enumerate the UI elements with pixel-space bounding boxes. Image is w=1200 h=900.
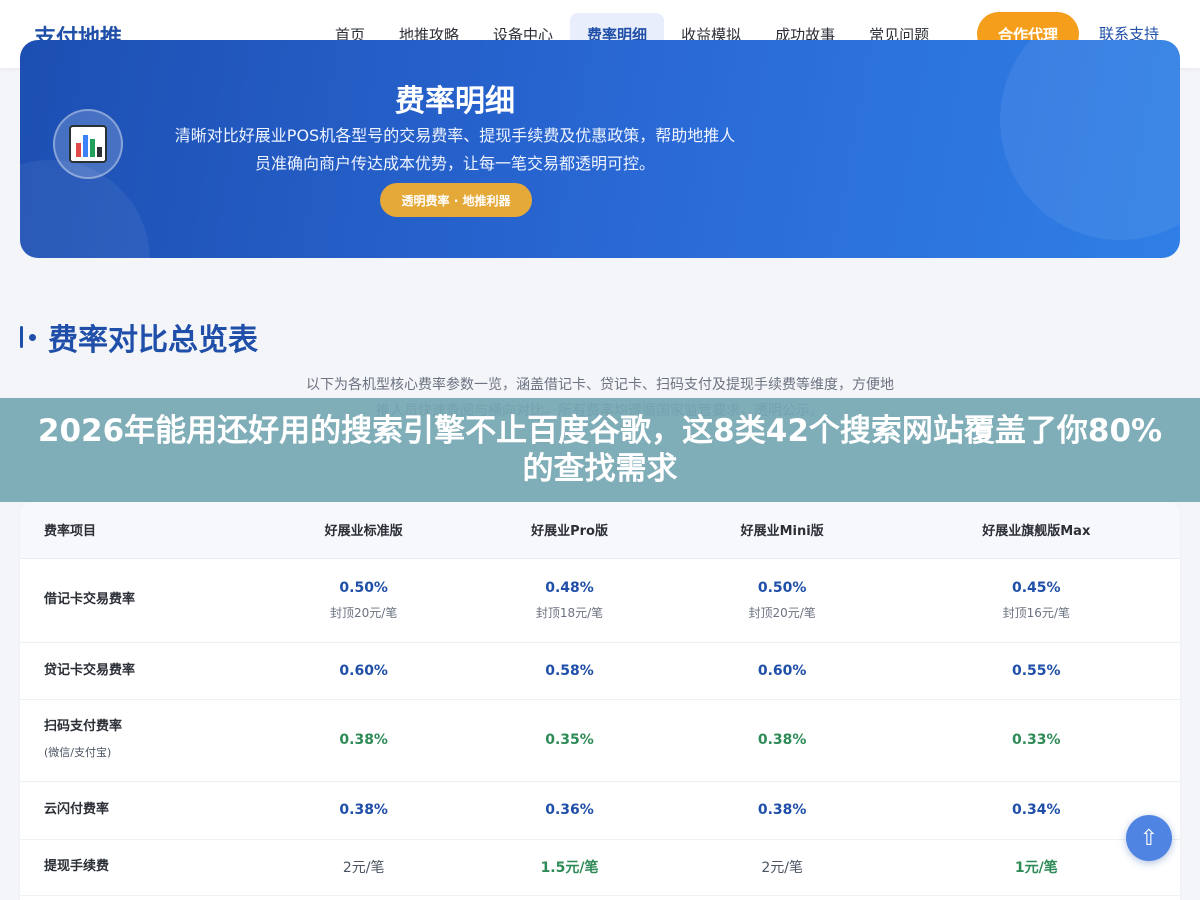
hero-desc-line: 员准确向商户传达成本优势，让每一笔交易都透明可控。 — [254, 154, 655, 173]
rate-value: 0.48% — [545, 579, 594, 596]
heading-accent-dot — [29, 333, 36, 341]
hero-desc-line: 清晰对比好展业POS机各型号的交易费率、提现手续费及优惠政策，帮助地推人 — [174, 126, 736, 145]
rate-value: 0.60% — [260, 642, 468, 700]
rate-value: 0.38% — [671, 781, 893, 840]
rate-value: 0.58% — [467, 642, 672, 700]
hero-decor-circle — [1000, 40, 1180, 240]
rate-value: 0.36% — [467, 781, 672, 840]
section-title: 费率对比总览表 — [48, 323, 258, 358]
rate-value: 0.50% — [339, 579, 388, 596]
rate-value: 0.50% — [757, 579, 807, 596]
rate-comparison-table: 费率项目 好展业标准版 好展业Pro版 好展业Mini版 好展业旗舰版Max 借… — [20, 502, 1180, 900]
table-header-row: 费率项目 好展业标准版 好展业Pro版 好展业Mini版 好展业旗舰版Max — [20, 502, 1180, 559]
row-label-main: 扫码支付费率 — [44, 719, 123, 734]
row-label-sub: (微信/支付宝) — [44, 746, 112, 759]
row-label: 借记卡交易费率 — [20, 558, 260, 643]
table-row: 提现手续费 2元/笔 1.5元/笔 2元/笔 1元/笔 — [20, 839, 1180, 896]
rate-cap: 封顶20元/笔 — [330, 605, 398, 620]
hero-tag-badge: 透明费率 · 地推利器 — [380, 183, 532, 217]
row-label: 云闪付费率 — [20, 781, 260, 840]
rate-value: 0.35% — [467, 699, 672, 782]
rate-value: 0.38% — [671, 699, 893, 782]
row-label: 贷记卡交易费率 — [20, 642, 260, 700]
row-label: 提现手续费 — [20, 839, 260, 896]
row-label: 扫码支付费率 (微信/支付宝) — [20, 699, 260, 782]
arrow-up-icon: ⇧ — [1139, 825, 1159, 851]
scroll-to-top-button[interactable]: ⇧ — [1126, 815, 1172, 861]
hero-banner: 费率明细 清晰对比好展业POS机各型号的交易费率、提现手续费及优惠政策，帮助地推… — [20, 40, 1180, 258]
rate-cell: 0.50% 封顶20元/笔 — [671, 558, 893, 643]
headline-text: 2026年能用还好用的搜索引擎不止百度谷歌，这8类42个搜索网站覆盖了你80%的… — [37, 413, 1163, 487]
rate-cap: 封顶18元/笔 — [535, 605, 604, 620]
rate-value: 0.33% — [892, 699, 1180, 782]
rate-value: 0.45% — [1012, 579, 1061, 596]
rate-value: 1.5元/笔 — [467, 839, 672, 896]
column-header: 好展业标准版 — [260, 502, 468, 559]
rate-cell: 0.48% 封顶18元/笔 — [467, 558, 672, 643]
rate-value: 0.38% — [260, 699, 468, 782]
table-row: 扫码支付费率 (微信/支付宝) 0.38% 0.35% 0.38% 0.33% — [20, 699, 1180, 782]
rate-cell: 0.45% 封顶16元/笔 — [892, 558, 1180, 643]
hero-title: 费率明细 — [395, 84, 515, 119]
rate-value: 0.60% — [671, 642, 893, 700]
column-header: 费率项目 — [20, 502, 260, 559]
table-row: 借记卡交易费率 0.50% 封顶20元/笔 0.48% 封顶18元/笔 0.50% 封… — [20, 558, 1180, 643]
heading-accent-bar — [20, 326, 23, 348]
headline-overlay-banner: 2026年能用还好用的搜索引擎不止百度谷歌，这8类42个搜索网站覆盖了你80%的… — [0, 398, 1200, 502]
rate-value: 2元/笔 — [671, 839, 893, 896]
rate-cell: 0.50% 封顶20元/笔 — [260, 558, 468, 643]
rate-value: 0.55% — [892, 642, 1180, 700]
column-header: 好展业旗舰版Max — [892, 502, 1180, 559]
column-header: 好展业Mini版 — [671, 502, 893, 559]
rate-cap: 封顶20元/笔 — [748, 605, 816, 620]
hero-description: 清晰对比好展业POS机各型号的交易费率、提现手续费及优惠政策，帮助地推人 员准确… — [140, 122, 770, 178]
section-heading: 费率对比总览表 — [20, 315, 258, 359]
rate-value: 0.38% — [260, 781, 468, 840]
column-header: 好展业Pro版 — [467, 502, 672, 559]
table-row: 贷记卡交易费率 0.60% 0.58% 0.60% 0.55% — [20, 642, 1180, 700]
rate-value: 2元/笔 — [260, 839, 468, 896]
table-row: 云闪付费率 0.38% 0.36% 0.38% 0.34% — [20, 781, 1180, 840]
rate-cap: 封顶16元/笔 — [1002, 605, 1070, 620]
